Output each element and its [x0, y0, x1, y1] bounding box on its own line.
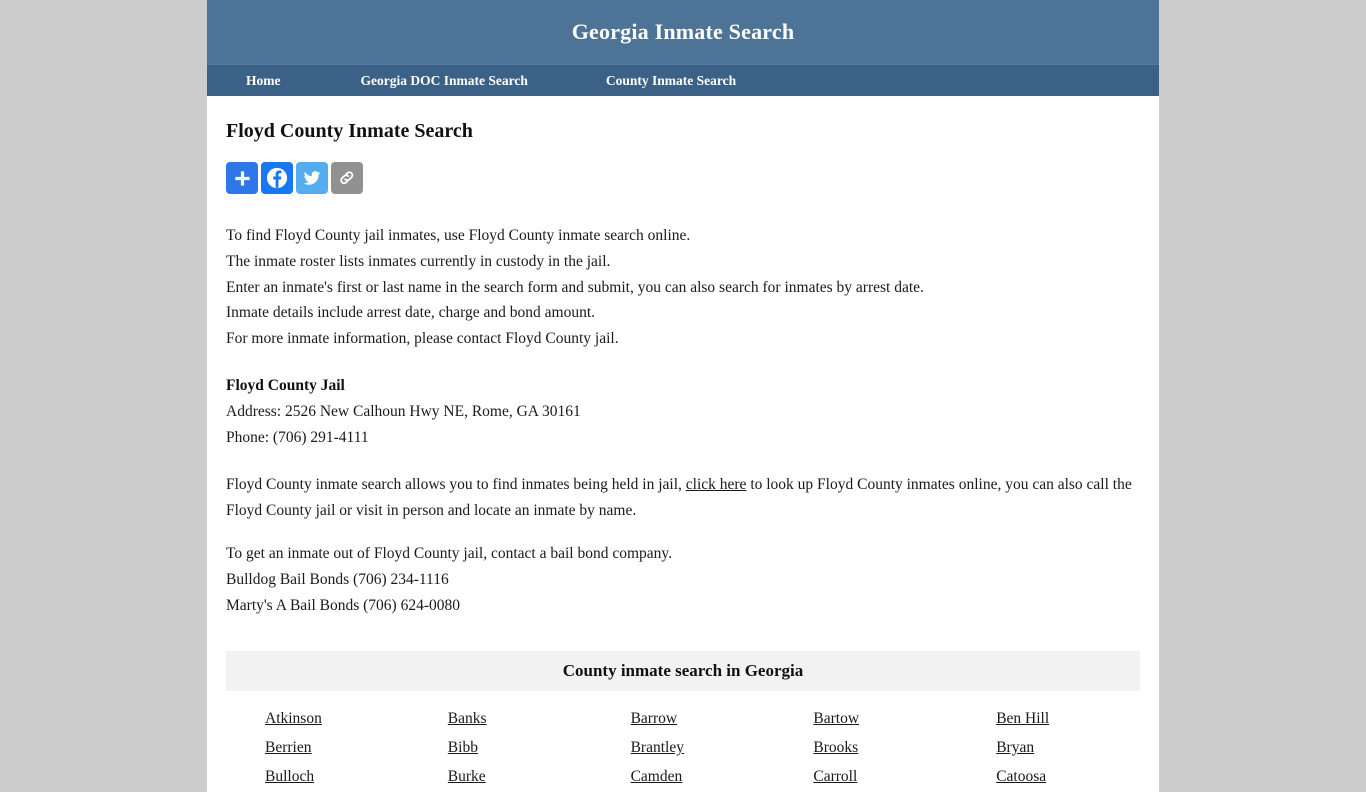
- county-link-camden[interactable]: Camden: [631, 768, 683, 786]
- county-section-header: County inmate search in Georgia: [226, 651, 1140, 691]
- county-link-bibb[interactable]: Bibb: [448, 739, 478, 757]
- county-cell: Brooks: [774, 734, 957, 763]
- county-link-banks[interactable]: Banks: [448, 710, 487, 728]
- primary-navigation: Home Georgia DOC Inmate Search County In…: [207, 64, 1159, 96]
- county-cell: Atkinson: [226, 705, 409, 734]
- county-cell: Carroll: [774, 763, 957, 792]
- county-cell: Banks: [409, 705, 592, 734]
- paragraph-text-before-link: Floyd County inmate search allows you to…: [226, 476, 686, 493]
- bail-bond-company: Marty's A Bail Bonds (706) 624-0080: [226, 593, 1140, 619]
- county-link-burke[interactable]: Burke: [448, 768, 486, 786]
- main-content: Floyd County Inmate Search: [207, 96, 1159, 792]
- county-cell: Ben Hill: [957, 705, 1140, 734]
- page-background: Georgia Inmate Search Home Georgia DOC I…: [0, 0, 1366, 768]
- county-link-catoosa[interactable]: Catoosa: [996, 768, 1046, 786]
- county-link-bulloch[interactable]: Bulloch: [265, 768, 314, 786]
- intro-line: For more inmate information, please cont…: [226, 326, 1140, 352]
- jail-info-block: Floyd County Jail Address: 2526 New Calh…: [226, 373, 1140, 450]
- facebook-share-icon[interactable]: [261, 162, 293, 194]
- copy-link-icon[interactable]: [331, 162, 363, 194]
- county-link-brantley[interactable]: Brantley: [631, 739, 684, 757]
- county-search-section: County inmate search in Georgia Atkinson…: [226, 651, 1140, 792]
- jail-phone: Phone: (706) 291-4111: [226, 425, 1140, 451]
- site-title: Georgia Inmate Search: [572, 19, 795, 45]
- twitter-share-icon[interactable]: [296, 162, 328, 194]
- bail-bonds-block: To get an inmate out of Floyd County jai…: [226, 541, 1140, 618]
- county-cell: Barrow: [592, 705, 775, 734]
- county-cell: Bulloch: [226, 763, 409, 792]
- bail-bond-company: Bulldog Bail Bonds (706) 234-1116: [226, 567, 1140, 593]
- county-section-title: County inmate search in Georgia: [563, 661, 804, 681]
- jail-name: Floyd County Jail: [226, 373, 1140, 399]
- county-link-bartow[interactable]: Bartow: [813, 710, 859, 728]
- intro-line: To find Floyd County jail inmates, use F…: [226, 223, 1140, 249]
- county-cell: Catoosa: [957, 763, 1140, 792]
- county-link-carroll[interactable]: Carroll: [813, 768, 857, 786]
- county-cell: Bartow: [774, 705, 957, 734]
- county-link-berrien[interactable]: Berrien: [265, 739, 311, 757]
- site-header: Georgia Inmate Search: [207, 0, 1159, 64]
- page-title: Floyd County Inmate Search: [226, 96, 1140, 143]
- county-link-atkinson[interactable]: Atkinson: [265, 710, 322, 728]
- addthis-share-icon[interactable]: [226, 162, 258, 194]
- county-link-barrow[interactable]: Barrow: [631, 710, 678, 728]
- nav-item-county-inmate-search[interactable]: County Inmate Search: [606, 73, 736, 89]
- nav-item-home[interactable]: Home: [246, 73, 281, 89]
- site-container: Georgia Inmate Search Home Georgia DOC I…: [207, 0, 1159, 792]
- nav-item-georgia-doc-inmate-search[interactable]: Georgia DOC Inmate Search: [361, 73, 528, 89]
- click-here-link[interactable]: click here: [686, 476, 747, 493]
- intro-line: The inmate roster lists inmates currentl…: [226, 249, 1140, 275]
- county-cell: Camden: [592, 763, 775, 792]
- county-cell: Bibb: [409, 734, 592, 763]
- intro-line: Inmate details include arrest date, char…: [226, 300, 1140, 326]
- county-link-ben-hill[interactable]: Ben Hill: [996, 710, 1049, 728]
- county-cell: Bryan: [957, 734, 1140, 763]
- county-cell: Brantley: [592, 734, 775, 763]
- county-cell: Berrien: [226, 734, 409, 763]
- jail-address: Address: 2526 New Calhoun Hwy NE, Rome, …: [226, 399, 1140, 425]
- county-link-brooks[interactable]: Brooks: [813, 739, 858, 757]
- intro-paragraph-block: To find Floyd County jail inmates, use F…: [226, 223, 1140, 352]
- county-link-bryan[interactable]: Bryan: [996, 739, 1034, 757]
- county-cell: Burke: [409, 763, 592, 792]
- intro-line: Enter an inmate's first or last name in …: [226, 275, 1140, 301]
- bail-intro-line: To get an inmate out of Floyd County jai…: [226, 541, 1140, 567]
- county-links-grid: Atkinson Banks Barrow Bartow Ben Hill Be…: [226, 691, 1140, 792]
- inmate-search-paragraph: Floyd County inmate search allows you to…: [226, 472, 1140, 524]
- share-buttons-row: [226, 162, 1140, 194]
